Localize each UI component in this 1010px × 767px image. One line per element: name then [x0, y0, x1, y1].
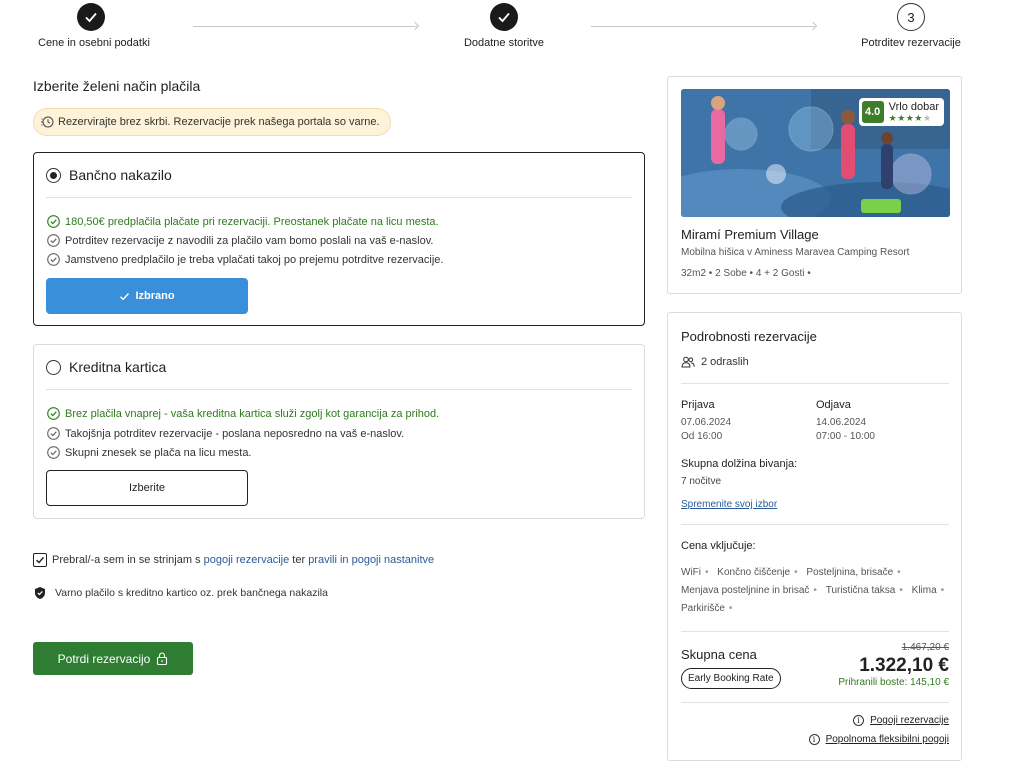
rating-score: 4.0	[861, 101, 884, 123]
guests: 2 odraslih	[681, 356, 749, 368]
property-name: Miramí Premium Village	[681, 227, 819, 242]
include-item: Klima •	[911, 585, 945, 596]
terms-checkbox[interactable]	[33, 553, 47, 567]
choose-button[interactable]: Izberite	[46, 470, 248, 506]
include-item: Končno čiščenje •	[717, 567, 798, 578]
people-icon	[681, 356, 695, 368]
property-card: 4.0 Vrlo dobar ★★★★★ Miramí Premium Vill…	[667, 76, 962, 294]
step-label: Dodatne storitve	[463, 37, 545, 49]
divider	[46, 197, 632, 198]
feature-item: Potrditev rezervacije z navodili za plač…	[47, 234, 433, 247]
checkin-info: Prijava 07.06.2024 Od 16:00	[681, 399, 732, 442]
step-label: Potrditev rezervacije	[861, 37, 961, 49]
stay-length-value: 7 nočitve	[681, 476, 722, 487]
flexible-conditions-link[interactable]: i Popolnoma fleksibilni pogoji	[808, 734, 949, 745]
payment-option-title: Kreditna kartica	[69, 359, 167, 375]
rating-stars-icon: ★★★★★	[888, 113, 932, 123]
step-done-check-icon	[77, 3, 105, 31]
terms-agreement: Prebral/-a sem in se strinjam s pogoji r…	[33, 553, 434, 567]
check-circle-icon	[47, 407, 60, 420]
old-price: 1.467,20 €	[901, 642, 949, 653]
include-item: Turistična taksa •	[825, 585, 903, 596]
include-item: Posteljnina, brisače •	[806, 567, 901, 578]
price-includes-label: Cena vključuje:	[681, 540, 756, 552]
check-icon	[36, 556, 45, 564]
change-selection-link[interactable]: Spremenite svoj izbor	[681, 499, 777, 510]
feature-item: Takojšnja potrditev rezervacije - poslan…	[47, 427, 404, 440]
check-circle-icon	[47, 215, 60, 228]
details-title: Podrobnosti rezervacije	[681, 329, 817, 344]
step-confirmation: 3 Potrditev rezervacije	[858, 3, 964, 49]
property-subtitle: Mobilna hišica v Aminess Maravea Camping…	[681, 247, 910, 258]
payment-option-title: Bančno nakazilo	[69, 167, 172, 183]
step-prices-personal-data: Cene in osebni podatki	[38, 3, 150, 49]
include-item: Menjava posteljnine in brisač •	[681, 585, 817, 596]
rating-badge: 4.0 Vrlo dobar ★★★★★	[858, 98, 944, 126]
terms-prefix: Prebral/-a sem in se strinjam s	[52, 554, 201, 566]
booking-details-card: Podrobnosti rezervacije 2 odraslih Prija…	[667, 312, 962, 761]
check-circle-icon	[47, 253, 60, 266]
info-icon: i	[808, 734, 820, 745]
accommodation-terms-link[interactable]: pravili in pogoji nastanitve	[308, 554, 434, 566]
notice-text: Rezervirajte brez skrbi. Rezervacije pre…	[58, 116, 380, 128]
step-number: 3	[897, 3, 925, 31]
total-price-label: Skupna cena	[681, 647, 757, 662]
booking-conditions-link[interactable]: i Pogoji rezervacije	[853, 715, 949, 726]
feature-item: 180,50€ predplačila plačate pri rezervac…	[47, 215, 439, 228]
check-circle-icon	[47, 446, 60, 459]
divider	[681, 631, 949, 632]
selected-button[interactable]: Izbrano	[46, 278, 248, 314]
step-additional-services: Dodatne storitve	[458, 3, 550, 49]
feature-item: Brez plačila vnaprej - vaša kreditna kar…	[47, 407, 439, 420]
divider	[46, 389, 632, 390]
property-photo: 4.0 Vrlo dobar ★★★★★	[681, 89, 950, 217]
radio-credit-card[interactable]	[46, 359, 61, 375]
terms-middle: ter	[292, 554, 306, 566]
new-price: 1.322,10 €	[859, 655, 949, 676]
info-icon: i	[853, 715, 865, 726]
check-icon	[120, 292, 130, 300]
radio-bank-transfer[interactable]	[46, 167, 61, 183]
rating-label: Vrlo dobar	[888, 101, 939, 113]
property-meta: 32m2 • 2 Sobe • 4 + 2 Gosti •	[681, 268, 811, 279]
check-circle-icon	[47, 427, 60, 440]
confirm-reservation-button[interactable]: Potrdi rezervacijo	[33, 642, 193, 675]
divider	[681, 383, 949, 384]
step-connector	[591, 21, 818, 31]
shield-icon	[35, 587, 45, 599]
step-label: Cene in osebni podatki	[38, 37, 150, 49]
feature-item: Skupni znesek se plača na licu mesta.	[47, 446, 252, 459]
checkout-info: Odjava 14.06.2024 07:00 - 10:00	[816, 399, 875, 442]
price-includes-list: WiFi • Končno čiščenje • Posteljnina, bris…	[681, 564, 951, 618]
step-connector	[193, 21, 420, 31]
include-item: Parkirišče •	[681, 603, 733, 614]
include-item: WiFi •	[681, 567, 709, 578]
payment-method-heading: Izberite želeni način plačila	[33, 78, 201, 94]
secure-booking-notice: Rezervirajte brez skrbi. Rezervacije pre…	[33, 108, 391, 136]
feature-item: Jamstveno predplačilo je treba vplačati …	[47, 253, 443, 266]
stay-length-label: Skupna dolžina bivanja:	[681, 458, 798, 470]
progress-stepper: Cene in osebni podatki Dodatne storitve …	[0, 0, 1010, 56]
divider	[681, 702, 949, 703]
clock-shield-icon	[41, 116, 54, 128]
rate-badge: Early Booking Rate	[681, 668, 781, 689]
payment-option-bank-transfer[interactable]: Bančno nakazilo 180,50€ predplačila plač…	[33, 152, 645, 326]
lock-icon	[157, 652, 168, 665]
step-done-check-icon	[490, 3, 518, 31]
payment-option-credit-card[interactable]: Kreditna kartica Brez plačila vnaprej - …	[33, 344, 645, 519]
savings-text: Prihranili boste: 145,10 €	[838, 677, 949, 688]
check-circle-icon	[47, 234, 60, 247]
divider	[681, 524, 949, 525]
secure-payment-note: Varno plačilo s kreditno kartico oz. pre…	[33, 586, 328, 600]
booking-terms-link[interactable]: pogoji rezervacije	[204, 554, 290, 566]
